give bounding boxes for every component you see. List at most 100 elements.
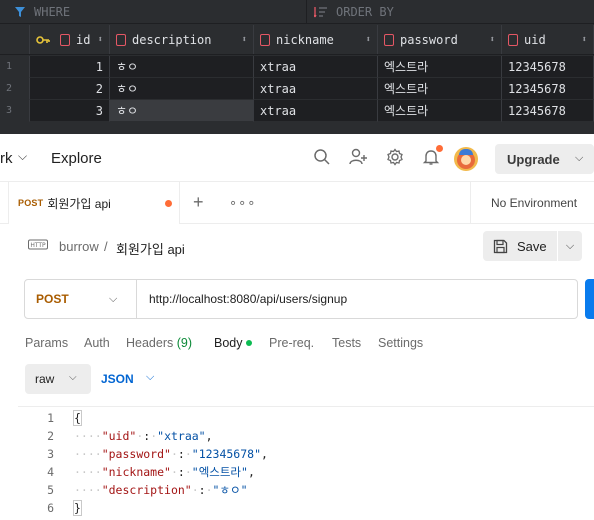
workspace-menu-label[interactable]: rk [0,150,13,167]
code-content: ····"nickname"·:·"엑스트라", [74,465,255,479]
tab-pre-request[interactable]: Pre-req. [269,336,314,350]
tab-headers-label: Headers [126,336,174,350]
chevron-down-icon[interactable]: ⌵ [146,371,154,384]
cell-id[interactable]: 3 [30,100,110,122]
column-icon [508,33,518,46]
column-icon [116,33,126,46]
sort-toggle-icon[interactable]: ⬍ [582,35,587,45]
code-content: ····"password"·:·"12345678", [74,447,268,461]
cell-description[interactable]: ㅎㅇ [110,78,254,100]
table-row[interactable]: 3 3 ㅎㅇ xtraa 엑스트라 12345678 [0,100,594,122]
settings-gear-icon[interactable] [385,147,405,167]
line-number: 1 [47,411,54,425]
body-format-select[interactable]: JSON [101,372,134,386]
body-mode-value: raw [35,372,55,386]
breadcrumb-request-name[interactable]: 회원가입 api [116,239,185,258]
save-disk-icon [493,239,508,253]
cell-description[interactable]: ㅎㅇ [110,100,254,122]
where-filter[interactable]: WHERE [14,5,70,19]
grid-header: id ⬍ description ⬍ nickname ⬍ password ⬍… [0,25,594,55]
invite-user-icon[interactable] [348,147,368,167]
line-number: 3 [47,447,54,461]
filter-icon [15,7,25,17]
column-name: id [76,32,91,47]
json-key: "nickname" [101,465,171,479]
tab-params[interactable]: Params [25,336,68,350]
sort-toggle-icon[interactable]: ⬍ [242,35,247,45]
primary-key-icon [36,34,54,46]
line-number: 4 [47,465,54,479]
tab-headers[interactable]: Headers (9) [126,336,192,350]
code-line: 2 ····"uid"·:·"xtraa", [18,427,594,445]
database-grid: WHERE ORDER BY id ⬍ description ⬍ nickna… [0,0,594,134]
column-name: description [132,32,212,47]
cell-password[interactable]: 엑스트라 [378,100,502,122]
sort-toggle-icon[interactable]: ⬍ [98,35,103,45]
line-number: 5 [47,483,54,497]
cell-id[interactable]: 2 [30,78,110,100]
top-bar: rk ⌵ Explore Upgrade ⌵ [0,134,594,182]
column-header-nickname[interactable]: nickname ⬍ [254,25,378,54]
search-icon[interactable] [312,147,332,167]
request-tab-bar: POST 회원가입 api + ∘∘∘ No Environment [0,182,594,224]
cell-description[interactable]: ㅎㅇ [110,56,254,78]
tab-auth[interactable]: Auth [84,336,110,350]
chevron-down-icon[interactable]: ⌵ [18,149,27,164]
cell-password[interactable]: 엑스트라 [378,56,502,78]
tab-name: 회원가입 api [47,196,111,211]
cell-nickname[interactable]: xtraa [254,100,378,122]
grid-footer [0,122,594,134]
column-name: password [400,32,458,47]
tab-body[interactable]: Body [214,336,243,350]
request-tab[interactable]: POST 회원가입 api [8,182,180,224]
code-line: 5 ····"description"·:·"ㅎㅇ" [18,481,594,499]
new-tab-plus-icon[interactable]: + [193,192,204,213]
cell-password[interactable]: 엑스트라 [378,78,502,100]
cell-uid[interactable]: 12345678 [502,56,594,78]
json-value: "xtraa" [157,429,206,443]
breadcrumb-collection[interactable]: burrow [59,239,99,254]
url-input[interactable]: http://localhost:8080/api/users/signup [149,292,347,306]
save-button[interactable]: Save [483,231,557,261]
column-header-id[interactable]: id ⬍ [30,25,110,54]
body-mode-select[interactable]: raw ⌵ [25,364,91,394]
filter-bar: WHERE ORDER BY [0,0,594,24]
cell-nickname[interactable]: xtraa [254,56,378,78]
column-header-password[interactable]: password ⬍ [378,25,502,54]
row-number: 1 [0,56,30,78]
save-options-chevron-icon[interactable]: ⌵ [558,231,582,261]
order-by-filter[interactable]: ORDER BY [314,5,394,19]
explore-link[interactable]: Explore [51,150,102,167]
tab-tests[interactable]: Tests [332,336,361,350]
body-code-editor[interactable]: 1 { 2 ····"uid"·:·"xtraa", 3 ····"passwo… [18,406,594,520]
more-tabs-icon[interactable]: ∘∘∘ [229,195,256,211]
chevron-down-icon: ⌵ [69,372,77,383]
unsaved-indicator [165,200,172,207]
send-button[interactable] [585,279,594,319]
tab-settings[interactable]: Settings [378,336,423,350]
row-number: 2 [0,78,30,100]
environment-selector[interactable]: No Environment [470,182,594,224]
cell-id[interactable]: 1 [30,56,110,78]
breadcrumb-separator: / [104,239,108,254]
http-method-select[interactable]: POST ⌵ [25,280,137,318]
where-label: WHERE [34,5,71,19]
column-header-description[interactable]: description ⬍ [110,25,254,54]
chevron-down-icon: ⌵ [109,293,118,305]
cell-uid[interactable]: 12345678 [502,100,594,122]
avatar[interactable] [454,147,478,171]
sort-toggle-icon[interactable]: ⬍ [366,35,371,45]
cell-nickname[interactable]: xtraa [254,78,378,100]
postman-app: rk ⌵ Explore Upgrade ⌵ POST 회원가입 api + ∘… [0,134,594,520]
table-row[interactable]: 2 2 ㅎㅇ xtraa 엑스트라 12345678 [0,78,594,100]
sort-toggle-icon[interactable]: ⬍ [490,35,495,45]
column-icon [384,33,394,46]
cell-uid[interactable]: 12345678 [502,78,594,100]
column-header-uid[interactable]: uid ⬍ [502,25,594,54]
json-key: "password" [101,447,171,461]
upgrade-button[interactable]: Upgrade ⌵ [495,144,594,174]
table-row[interactable]: 1 1 ㅎㅇ xtraa 엑스트라 12345678 [0,56,594,78]
json-value: "ㅎㅇ" [212,483,248,497]
column-icon [260,33,270,46]
order-by-label: ORDER BY [336,5,394,19]
